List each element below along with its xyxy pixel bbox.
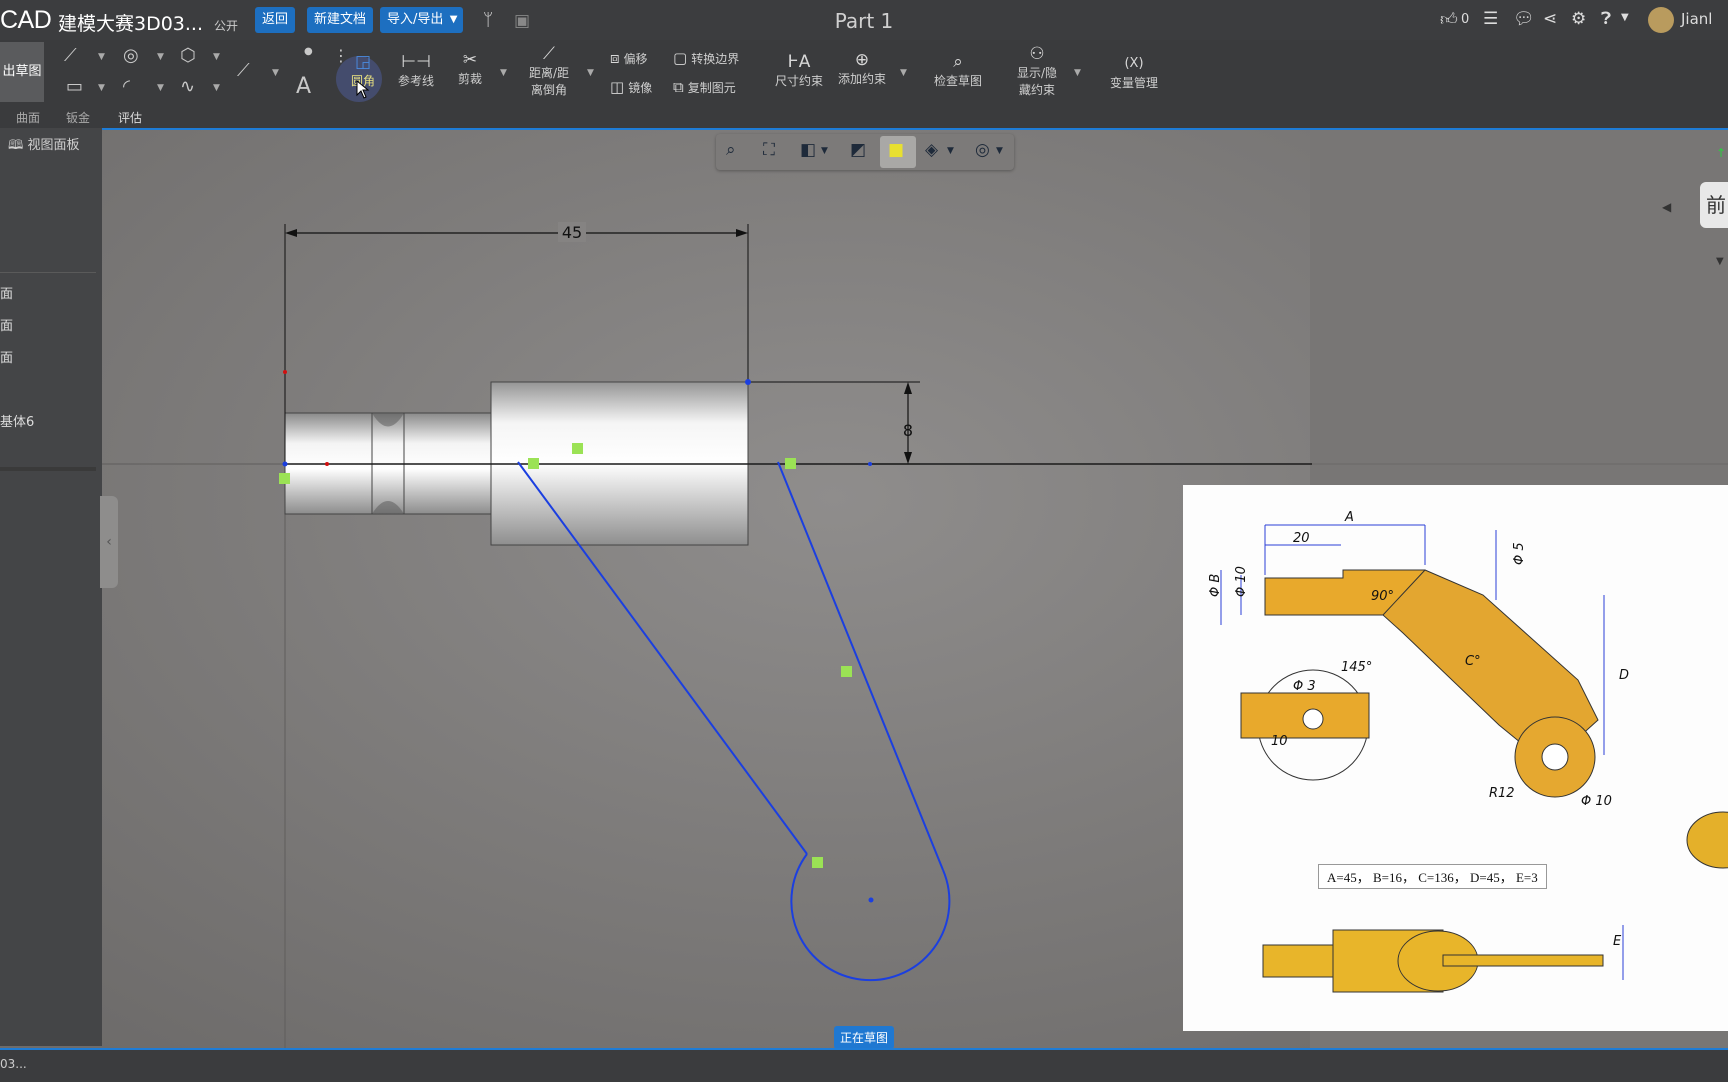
- dimension-arrow: [904, 382, 912, 394]
- constraint-marker[interactable]: [841, 666, 852, 677]
- ref-label-145: 145°: [1341, 660, 1372, 675]
- ref-label-phi-b: Φ B: [1208, 574, 1223, 597]
- dimension-arrow: [904, 452, 912, 464]
- origin-point[interactable]: [325, 462, 329, 466]
- dimension-arrow: [736, 229, 748, 237]
- ref-3d-part: [1686, 811, 1728, 869]
- ref-label-phi-10: Φ 10: [1234, 566, 1249, 597]
- bottom-document-tab[interactable]: 03...: [0, 1057, 27, 1071]
- ref-side-shaft: [1262, 944, 1334, 978]
- sketching-status-badge: 正在草图: [834, 1026, 895, 1049]
- ref-label-10: 10: [1271, 734, 1288, 749]
- constraint-marker[interactable]: [785, 458, 796, 469]
- dimension-height-label[interactable]: 8: [903, 421, 913, 440]
- sketch-point[interactable]: [745, 379, 751, 385]
- arc-center-point[interactable]: [868, 897, 874, 903]
- ref-hole: [1541, 743, 1569, 771]
- sketch-point[interactable]: [868, 462, 872, 466]
- sketch-line-right[interactable]: [777, 461, 944, 871]
- constraint-marker[interactable]: [528, 458, 539, 469]
- sketch-point[interactable]: [282, 461, 288, 467]
- ref-side-arm: [1442, 954, 1604, 967]
- ref-label-e: E: [1613, 934, 1622, 949]
- ref-label-c: C°: [1465, 654, 1481, 669]
- ref-detail-hole: [1302, 708, 1324, 730]
- sketch-arc[interactable]: [790, 853, 951, 982]
- ref-label-a: A: [1344, 510, 1354, 525]
- dimension-arrow: [285, 229, 297, 237]
- ref-label-20: 20: [1293, 531, 1310, 546]
- constraint-marker[interactable]: [572, 443, 583, 454]
- constraint-marker[interactable]: [279, 473, 290, 484]
- reference-parameters: A=45， B=16， C=136， D=45， E=3: [1318, 864, 1547, 889]
- constraint-marker[interactable]: [812, 857, 823, 868]
- ref-label-d: D: [1619, 668, 1629, 683]
- mouse-cursor-icon: [356, 80, 370, 99]
- ref-label-phi-3: Φ 3: [1293, 679, 1316, 694]
- dimension-width-label[interactable]: 45: [562, 223, 582, 242]
- ref-label-r12: R12: [1489, 786, 1515, 801]
- reference-drawing-art: A 20 Φ B Φ 10 Φ 5 90° 145° C° D Φ 3 10 R…: [1208, 510, 1728, 993]
- origin-point[interactable]: [283, 370, 287, 374]
- ref-label-phi-10b: Φ 10: [1581, 794, 1612, 809]
- ref-label-90: 90°: [1371, 589, 1394, 604]
- ref-label-phi-5: Φ 5: [1512, 542, 1527, 565]
- bottom-bar: [0, 1048, 1728, 1082]
